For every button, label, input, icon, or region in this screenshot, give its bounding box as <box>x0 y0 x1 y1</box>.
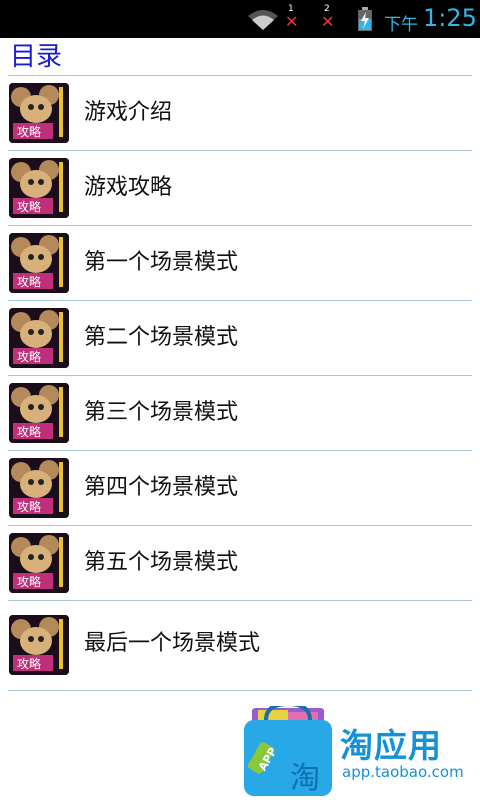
sim1-no-signal-icon: 1 ✕ <box>285 4 299 31</box>
wifi-icon <box>248 10 278 30</box>
list-item[interactable]: 攻略 第一个场景模式 <box>8 226 472 301</box>
watermark-url: app.taobao.com <box>342 763 464 781</box>
sim2-no-signal-icon: 2 ✕ <box>321 4 335 31</box>
game-thumbnail: 攻略 <box>9 383 69 443</box>
game-thumbnail: 攻略 <box>9 458 69 518</box>
list-item-label: 第二个场景模式 <box>84 325 239 350</box>
svg-text:攻略: 攻略 <box>17 349 41 364</box>
list-item[interactable]: 攻略 第三个场景模式 <box>8 376 472 451</box>
list-item[interactable]: 攻略 游戏攻略 <box>8 151 472 226</box>
clock-time: 1:25 <box>423 4 477 32</box>
svg-text:攻略: 攻略 <box>17 499 41 514</box>
list-item-label: 第一个场景模式 <box>84 250 239 275</box>
list-item[interactable]: 攻略 游戏介绍 <box>8 76 472 151</box>
svg-text:淘: 淘 <box>290 761 320 796</box>
game-thumbnail: 攻略 <box>9 158 69 218</box>
page-title: 目录 <box>10 42 63 72</box>
svg-text:攻略: 攻略 <box>17 124 41 139</box>
game-thumbnail: 攻略 <box>9 233 69 293</box>
list-item-label: 游戏介绍 <box>84 100 173 125</box>
list-item-label: 第五个场景模式 <box>84 550 239 575</box>
svg-text:攻略: 攻略 <box>17 656 41 671</box>
list-item[interactable]: 攻略 第五个场景模式 <box>8 526 472 601</box>
taobao-app-logo: APP 淘 <box>244 706 332 796</box>
list-item[interactable]: 攻略 最后一个场景模式 <box>8 601 472 691</box>
list-item-label: 最后一个场景模式 <box>84 631 261 656</box>
svg-text:攻略: 攻略 <box>17 274 41 289</box>
clock-ampm: 下午 <box>384 15 418 35</box>
svg-text:攻略: 攻略 <box>17 574 41 589</box>
game-thumbnail: 攻略 <box>9 83 69 143</box>
list-item-label: 第四个场景模式 <box>84 475 239 500</box>
battery-charging-icon <box>358 7 372 31</box>
game-thumbnail: 攻略 <box>9 615 69 675</box>
catalog-list: 攻略 游戏介绍 攻略 游戏攻略 攻略 第一个场景模式 攻略 第二个场景模式 攻略… <box>8 76 472 691</box>
status-bar: 1 ✕ 2 ✕ 下午 1:25 <box>0 0 480 38</box>
list-item[interactable]: 攻略 第二个场景模式 <box>8 301 472 376</box>
list-item-label: 第三个场景模式 <box>84 400 239 425</box>
svg-text:攻略: 攻略 <box>17 199 41 214</box>
list-item[interactable]: 攻略 第四个场景模式 <box>8 451 472 526</box>
svg-text:攻略: 攻略 <box>17 424 41 439</box>
list-item-label: 游戏攻略 <box>84 175 173 200</box>
game-thumbnail: 攻略 <box>9 308 69 368</box>
game-thumbnail: 攻略 <box>9 533 69 593</box>
watermark-name: 淘应用 <box>340 726 442 765</box>
